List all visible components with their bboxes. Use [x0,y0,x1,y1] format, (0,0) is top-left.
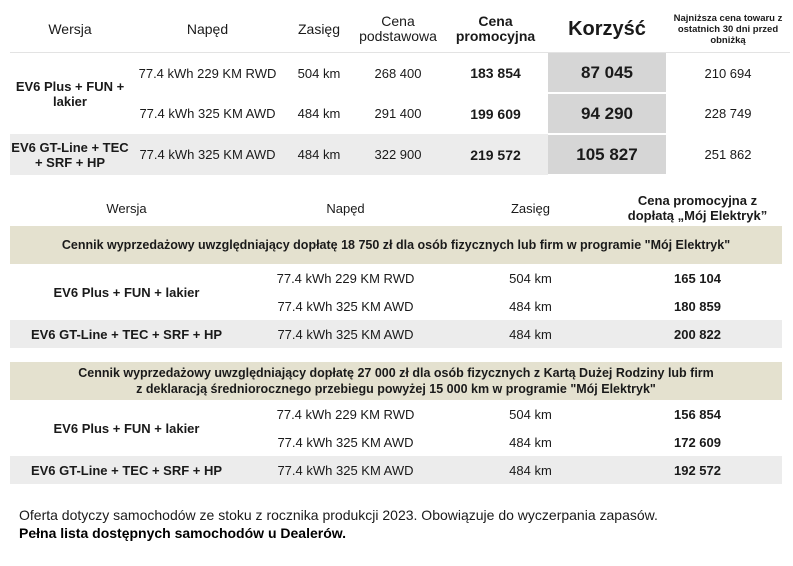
col-header-najnizsza-cena: Najniższa cena towaru z ostatnich 30 dni… [673,12,783,46]
cena-cell: 192 572 [613,456,782,484]
cena-podstawowa-cell: 322 900 [353,134,443,175]
cena-cell: 165 104 [674,270,721,286]
naped-cell: 77.4 kWh 325 KM AWD [139,106,276,121]
price-table-main: Wersja Napęd Zasięg Cena podstawowa Cena… [10,6,790,176]
naped-cell: 77.4 kWh 325 KM AWD [243,456,448,484]
model-name: EV6 GT-Line + TEC + SRF + HP [10,320,243,348]
naped-cell: 77.4 kWh 229 KM RWD [130,52,285,93]
cena-cell: 180 859 [674,298,721,314]
zasieg-cell: 484 km [448,320,613,348]
spacer [10,348,782,362]
model-name: EV6 Plus + FUN + lakier [53,420,200,436]
col-header-zasieg: Zasięg [510,200,551,216]
section-banner-text: Cennik wyprzedażowy uwzględniający dopła… [10,226,782,264]
section-banner-line: z deklaracją średniorocznego przebiegu p… [136,382,656,396]
korzysc-cell: 94 290 [548,93,666,135]
najnizsza-cena-cell: 228 749 [704,106,752,121]
table-row: EV6 Plus + FUN + lakier 77.4 kWh 229 KM … [10,52,790,134]
zasieg-cell: 504 km [509,270,552,286]
col-header-wersja: Wersja [106,200,147,216]
naped-cell: 77.4 kWh 229 KM RWD [276,406,415,422]
table-row: EV6 GT-Line + TEC + SRF + HP 77.4 kWh 32… [10,134,790,176]
najnizsza-cena-cell: 251 862 [666,134,790,175]
model-name: EV6 Plus + FUN + lakier [53,284,200,300]
zasieg-cell: 504 km [509,406,552,422]
cena-cell: 156 854 [674,406,721,422]
cena-podstawowa-cell: 268 400 [353,52,443,93]
col-header-naped: Napęd [186,20,229,37]
col-header-wersja: Wersja [48,20,92,37]
zasieg-cell: 504 km [285,52,353,93]
naped-cell: 77.4 kWh 229 KM RWD [276,270,415,286]
table-row: EV6 GT-Line + TEC + SRF + HP 77.4 kWh 32… [10,456,782,484]
col-header-korzysc: Korzyść [568,17,646,40]
cena-podstawowa-cell: 291 400 [374,106,422,121]
section-banner-text: Cennik wyprzedażowy uwzględniający dopła… [10,362,782,400]
footer-dealers-text: Pełna lista dostępnych samochodów u Deal… [19,525,347,541]
model-name: EV6 Plus + FUN + lakier [10,52,130,134]
naped-cell: 77.4 kWh 325 KM AWD [243,320,448,348]
zasieg-cell: 484 km [297,106,341,121]
col-header-cena-promocyjna: Cena promocyjna [455,13,536,44]
cena-cell: 200 822 [613,320,782,348]
cena-promocyjna-cell: 219 572 [443,134,548,175]
col-header-cena-podstawowa: Cena podstawowa [359,13,437,44]
naped-cell: 77.4 kWh 325 KM AWD [130,134,285,175]
table-row: EV6 GT-Line + TEC + SRF + HP 77.4 kWh 32… [10,320,782,348]
section-banner-line: Cennik wyprzedażowy uwzględniający dopła… [78,366,714,380]
zasieg-cell: 484 km [509,298,552,314]
table-row: EV6 Plus + FUN + lakier 77.4 kWh 229 KM … [10,400,782,436]
model-name: EV6 GT-Line + TEC + SRF + HP [10,456,243,484]
footer-note: Oferta dotyczy samochodów ze stoku z roc… [19,506,658,542]
naped-cell: 77.4 kWh 325 KM AWD [277,434,414,450]
zasieg-cell: 484 km [285,134,353,175]
table-row: EV6 Plus + FUN + lakier 77.4 kWh 229 KM … [10,264,782,300]
model-name: EV6 GT-Line + TEC + SRF + HP [10,134,130,175]
cena-cell: 172 609 [674,434,721,450]
cena-promocyjna-cell: 199 609 [470,105,521,122]
korzysc-cell: 87 045 [548,52,666,94]
section-banner: Cennik wyprzedażowy uwzględniający dopła… [10,362,782,400]
section-banner: Cennik wyprzedażowy uwzględniający dopła… [10,226,782,264]
zasieg-cell: 484 km [509,434,552,450]
korzysc-cell: 105 827 [548,134,666,176]
price-table-moj-elektryk: Wersja Napęd Zasięg Cena promocyjna z do… [10,190,782,484]
col-header-cena-moj-elektryk: Cena promocyjna z dopłatą „Mój Elektryk” [627,193,768,223]
col-header-zasieg: Zasięg [297,20,341,37]
col-header-naped: Napęd [326,200,365,216]
cena-promocyjna-cell: 183 854 [443,52,548,93]
najnizsza-cena-cell: 210 694 [666,52,790,93]
zasieg-cell: 484 km [448,456,613,484]
naped-cell: 77.4 kWh 325 KM AWD [277,298,414,314]
footer-offer-text: Oferta dotyczy samochodów ze stoku z roc… [19,507,658,523]
